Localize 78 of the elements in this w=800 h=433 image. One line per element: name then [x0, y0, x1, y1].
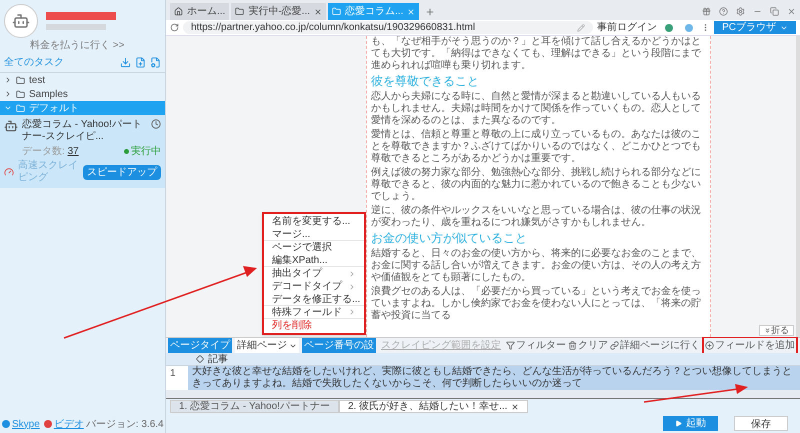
- extension-icon[interactable]: [665, 24, 674, 32]
- menu-item[interactable]: ページで選択: [264, 241, 364, 254]
- settings-icon[interactable]: [736, 7, 745, 16]
- play-icon: [675, 420, 682, 426]
- article-paragraph: 愛情とは、信頼と尊重と尊敬の上に成り立っているもの。あなたは彼のことを尊敬できますか？ふざけてばかりいるのではなく、どこかひとつでも尊敬できるところがあるかどうかは重要です。: [371, 129, 702, 165]
- login-button[interactable]: 事前ログイン: [597, 20, 658, 35]
- menu-item[interactable]: デコードタイプ: [264, 280, 364, 293]
- article-paragraph: 逆に、彼の条件やルックスをいいなと思っている場合は、彼の仕事の状況が変わったり、歳を重ねるにつれ嫌気がさすかもしれません。: [371, 205, 702, 229]
- gauge-icon: [4, 167, 14, 177]
- article-paragraph: 浪費グセのある人は、「必要だから買っている」という考えでお金を使っていますよね。しかし倹約家でお金を使わない人にとっては、「将来の貯蓄や投資に当てる: [371, 286, 702, 322]
- toolbar-button[interactable]: フィルター: [506, 338, 566, 353]
- video-icon: [44, 420, 52, 428]
- tree-item[interactable]: Samples: [0, 87, 165, 101]
- reload-icon[interactable]: [170, 23, 179, 32]
- result-tab[interactable]: 2. 彼氏が好き、結婚したい！幸せ...: [338, 400, 528, 413]
- mode-label: 高速スクレイピング: [18, 160, 79, 184]
- status-label: 実行中: [131, 144, 161, 159]
- close-icon[interactable]: [314, 8, 322, 16]
- diamond-icon: [196, 355, 204, 363]
- column-header[interactable]: 記事: [188, 353, 236, 365]
- data-count: データ数: 37: [22, 145, 79, 159]
- menu-item[interactable]: 列を削除: [264, 319, 364, 332]
- browser-tab[interactable]: ホーム...: [170, 3, 230, 20]
- article-heading: 彼を尊敬できること: [371, 74, 480, 89]
- folder-icon: [16, 90, 25, 98]
- chevrons-down-icon: [764, 327, 771, 334]
- article-paragraph: も、「なぜ相手がそう思うのか？」と耳を傾けて話し合えるかどうかはとても大切です。「納得はできなくても、理解はできる」という段階にまで進められれば喧嘩も乗り切れます。: [371, 36, 702, 72]
- gift-icon[interactable]: [702, 7, 711, 16]
- menu-item[interactable]: データを修正する...: [264, 293, 364, 306]
- folder-icon: [16, 76, 25, 84]
- chevron-down-icon: [4, 104, 12, 112]
- restore-icon[interactable]: [770, 7, 779, 16]
- home-icon: [174, 7, 183, 16]
- toolbar-button[interactable]: 詳細ページに行く: [610, 338, 700, 353]
- browser-tab[interactable]: 実行中-恋愛...: [231, 3, 326, 20]
- robot-icon: [12, 12, 30, 30]
- tree-item[interactable]: test: [0, 73, 165, 87]
- version-label: バージョン: 3.6.4: [86, 418, 164, 432]
- menu-item[interactable]: 抽出タイプ: [264, 267, 364, 280]
- submenu-icon: [348, 308, 356, 316]
- save-button[interactable]: 保存: [734, 416, 788, 430]
- folder-icon: [16, 104, 25, 112]
- add-icon: [705, 341, 714, 350]
- menu-item[interactable]: 編集XPath...: [264, 254, 364, 267]
- row-number: 1: [169, 367, 177, 381]
- page-type-select[interactable]: 詳細ページ: [235, 338, 299, 353]
- redacted-id: [46, 24, 106, 30]
- filter-icon: [506, 341, 515, 350]
- page-type-label: ページタイプ: [168, 338, 232, 353]
- result-tab[interactable]: 1. 恋愛コラム - Yahoo!パートナー: [170, 400, 339, 413]
- close-icon[interactable]: [511, 402, 520, 410]
- new-file-icon[interactable]: [135, 57, 146, 68]
- menu-item[interactable]: マージ...: [264, 228, 364, 241]
- trash-icon: [568, 341, 577, 350]
- article-paragraph: 例えば彼の努力家な部分、勉強熱心な部分、挑戦し続けられる部分などに尊敬できると、彼の内面的な魅力に惹かれているので飽きることも少ないでしょう。: [371, 167, 702, 203]
- pay-link[interactable]: 料金を払うに行く >>: [0, 38, 165, 53]
- menu-item[interactable]: 名前を変更する...: [264, 215, 364, 228]
- table-cell: 大好きな彼と幸せな結婚をしたいけれど、実際に彼ともし結婚できたら、どんな生活が待っているんだろう？とつい想像してしまうときってありますよね。結婚で失敗したくないからこそ、何で判断したらいいのか迷って: [188, 366, 800, 390]
- robot-icon: [4, 119, 18, 133]
- skype-icon: [2, 420, 10, 428]
- article-paragraph: 結婚すると、日々のお金の使い方から、将来的に必要なお金のことまで、お金に関する話し合いが増えてきます。お金の使い方は、その人の考え方や価値観をとても顕著にしたもの。: [371, 248, 702, 284]
- redacted-name: [46, 12, 116, 20]
- tasks-title: 全てのタスク: [4, 56, 64, 70]
- url-field[interactable]: https://partner.yahoo.co.jp/column/konkatsu/190329660831.html: [183, 21, 594, 34]
- settings-file-icon[interactable]: [150, 57, 161, 68]
- collapse-button[interactable]: 折る: [759, 325, 794, 336]
- new-tab-icon[interactable]: [425, 7, 436, 17]
- clock-icon[interactable]: [151, 119, 161, 129]
- help-icon[interactable]: [719, 7, 728, 16]
- toolbar-button[interactable]: クリア: [568, 338, 608, 353]
- task-name: 恋愛コラム - Yahoo!パートナー-スクレイピ...: [22, 119, 143, 143]
- edit-icon: [577, 24, 586, 32]
- import-icon[interactable]: [120, 57, 131, 68]
- menu-item[interactable]: 特殊フィールド: [264, 306, 364, 319]
- extension-icon[interactable]: [685, 24, 694, 32]
- article-paragraph: 恋人から夫婦になる時に、自然と愛情が深まると勘違いしている人もいるかもしれません。夫婦は時間をかけて関係を作っていくもの。恋人として愛情を深めるのとは、また異なるのです。: [371, 91, 702, 127]
- article-heading: お金の使い方が似ていること: [371, 231, 528, 246]
- link-icon: [610, 341, 619, 350]
